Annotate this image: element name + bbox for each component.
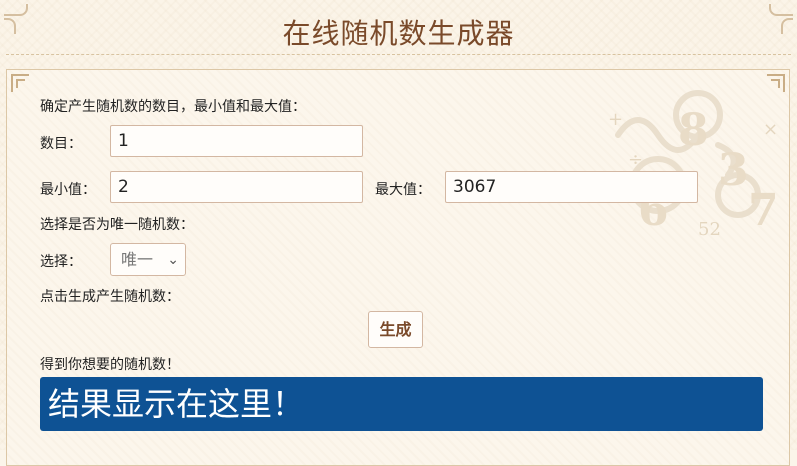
unique-select-value: 唯一 [121,250,154,269]
header-divider [6,54,791,55]
unique-select[interactable]: 唯一 ⌄ [110,243,186,276]
intro-text: 确定产生随机数的数目，最小值和最大值： [40,99,306,115]
generate-prompt: 点击生成产生随机数： [40,289,180,305]
max-label: 最大值： [375,182,431,198]
max-input[interactable]: 3067 [445,171,698,203]
min-input[interactable]: 2 [110,171,363,203]
unique-prompt: 选择是否为唯一随机数： [40,217,194,233]
generate-button[interactable]: 生成 [368,311,423,348]
panel-corner-ornament [11,74,29,92]
result-prompt: 得到你想要的随机数！ [40,357,180,373]
count-label: 数目： [40,136,82,152]
header: 在线随机数生成器 [0,0,797,62]
page-title: 在线随机数生成器 [282,17,515,50]
min-label: 最小值： [40,182,96,198]
chevron-down-icon: ⌄ [167,252,179,268]
count-input[interactable]: 1 [110,125,363,157]
choice-label: 选择： [40,254,82,270]
result-display: 结果显示在这里！ [40,377,763,431]
panel-corner-ornament [767,74,785,92]
